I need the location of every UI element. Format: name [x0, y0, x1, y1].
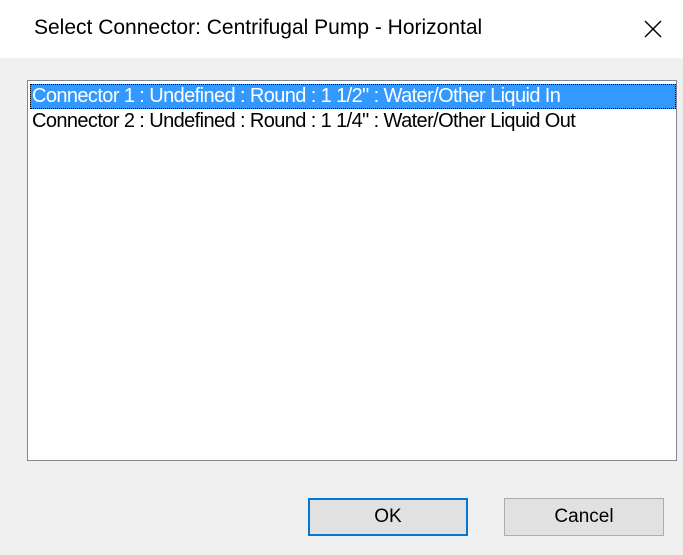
select-connector-dialog: Select Connector: Centrifugal Pump - Hor…	[0, 0, 683, 555]
ok-button[interactable]: OK	[308, 498, 468, 536]
connector-list-item[interactable]: Connector 2 : Undefined : Round : 1 1/4"…	[30, 109, 676, 134]
close-icon	[644, 20, 662, 38]
cancel-button[interactable]: Cancel	[504, 498, 664, 536]
connector-listbox[interactable]: Connector 1 : Undefined : Round : 1 1/2"…	[27, 80, 677, 461]
dialog-title: Select Connector: Centrifugal Pump - Hor…	[34, 16, 483, 39]
title-bar: Select Connector: Centrifugal Pump - Hor…	[0, 0, 683, 58]
connector-list-item[interactable]: Connector 1 : Undefined : Round : 1 1/2"…	[30, 84, 676, 109]
close-button[interactable]	[623, 0, 683, 58]
